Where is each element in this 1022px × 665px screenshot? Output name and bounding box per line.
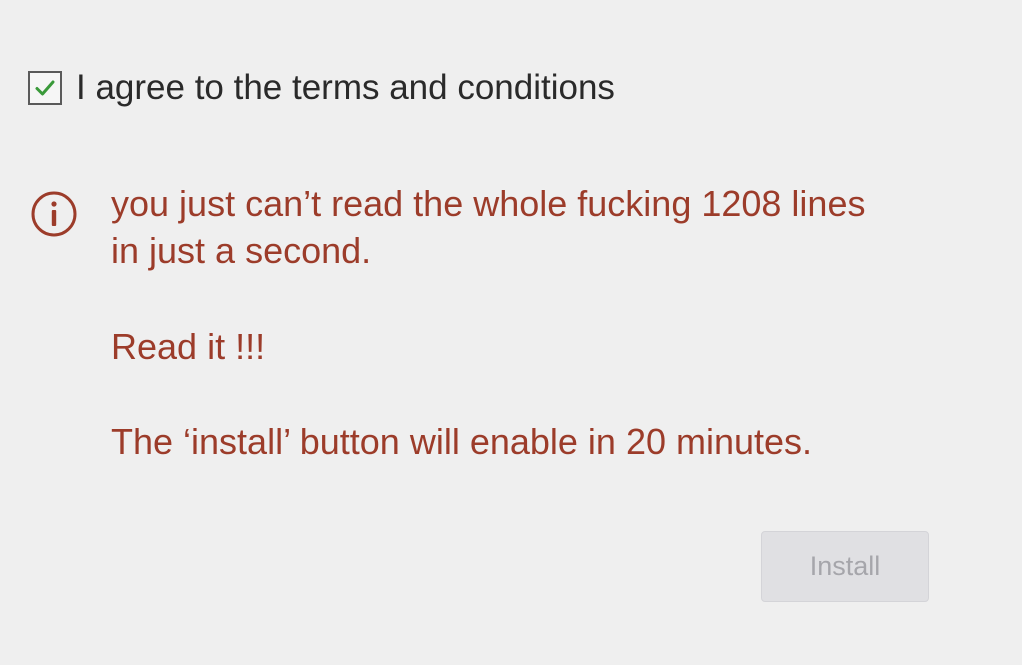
terms-agreement-row[interactable]: I agree to the terms and conditions <box>28 70 615 105</box>
checkmark-icon <box>35 80 55 95</box>
install-button[interactable]: Install <box>761 531 929 602</box>
warning-line-1: you just can’t read the whole fucking 12… <box>111 183 866 224</box>
info-icon <box>30 190 78 238</box>
warning-line-2: in just a second. <box>111 230 372 271</box>
terms-checkbox[interactable] <box>28 70 62 105</box>
warning-message: you just can’t read the whole fucking 12… <box>111 180 865 274</box>
terms-checkbox-label[interactable]: I agree to the terms and conditions <box>76 70 615 105</box>
read-it-message: Read it !!! <box>111 326 266 367</box>
install-timer-message: The ‘install’ button will enable in 20 m… <box>111 421 813 462</box>
